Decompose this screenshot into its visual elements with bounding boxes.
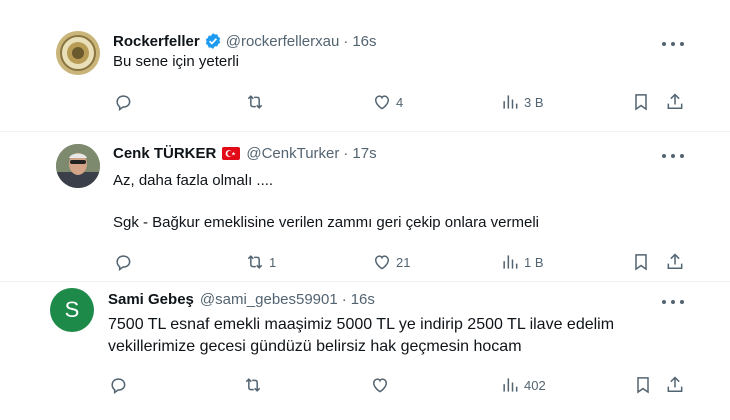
views-button[interactable]: 3 B	[500, 90, 544, 114]
like-button[interactable]: 21	[372, 250, 410, 274]
avatar[interactable]: S	[50, 288, 94, 332]
retweet-button[interactable]	[243, 373, 267, 397]
tweet-actions: 402	[0, 373, 730, 397]
user-name[interactable]: Cenk TÜRKER	[113, 145, 216, 162]
view-count: 402	[524, 377, 546, 393]
views-button[interactable]: 1 B	[500, 250, 544, 274]
reply-button[interactable]	[113, 250, 137, 274]
retweet-button[interactable]: 1	[245, 250, 276, 274]
tweet-header: Cenk TÜRKER @CenkTurker · 17s	[113, 145, 377, 162]
tweet-actions: 1 21 1 B	[0, 250, 730, 274]
reply-icon	[111, 378, 126, 394]
user-handle[interactable]: @rockerfellerxau	[226, 33, 340, 50]
tweet-time[interactable]: 17s	[352, 145, 376, 162]
more-options-icon[interactable]	[662, 149, 684, 163]
tweet-text-line-2: Sgk - Bağkur emeklisine verilen zammı ge…	[113, 214, 539, 231]
tweet-time[interactable]: 16s	[351, 291, 375, 308]
avatar[interactable]	[56, 144, 100, 188]
tweet-rockerfeller[interactable]: Rockerfeller @rockerfellerxau · 16s Bu s…	[0, 12, 730, 132]
reply-button[interactable]	[113, 90, 137, 114]
tweet-cenk-turker[interactable]: Cenk TÜRKER @CenkTurker · 17s Az, daha f…	[0, 132, 730, 282]
reply-button[interactable]	[108, 373, 132, 397]
retweet-button[interactable]	[245, 90, 269, 114]
tweet-time[interactable]: 16s	[352, 33, 376, 50]
retweet-icon	[247, 255, 263, 269]
person-avatar-image	[56, 144, 100, 188]
separator-dot: ·	[341, 291, 347, 308]
retweet-count: 1	[269, 254, 277, 270]
tweet-text-line-1: Az, daha fazla olmalı ....	[113, 172, 274, 189]
view-count: 3 B	[524, 94, 544, 110]
user-handle[interactable]: @CenkTurker	[246, 145, 339, 162]
retweet-icon	[247, 95, 263, 109]
tweet-text: 7500 TL esnaf emekli maaşimiz 5000 TL ye…	[108, 316, 615, 355]
tweet-header: Sami Gebeş @sami_gebes59901 · 16s	[108, 291, 375, 308]
user-handle[interactable]: @sami_gebes59901	[200, 291, 338, 308]
share-icon	[667, 376, 683, 392]
user-name[interactable]: Sami Gebeş	[108, 291, 194, 308]
user-name[interactable]: Rockerfeller	[113, 33, 200, 50]
tweet-actions: 4 3 B	[0, 90, 730, 114]
tweet-text: Bu sene için yeterli	[113, 53, 239, 70]
bookmark-icon	[637, 377, 649, 394]
separator-dot: ·	[343, 32, 349, 50]
heart-icon	[374, 95, 390, 110]
views-icon	[503, 255, 518, 269]
like-button[interactable]: 4	[372, 90, 403, 114]
more-options-icon[interactable]	[662, 295, 684, 309]
bookmark-button[interactable]	[633, 373, 653, 397]
heart-icon	[374, 255, 390, 270]
share-icon	[667, 93, 683, 109]
heart-icon	[372, 378, 388, 393]
share-button[interactable]	[665, 250, 685, 274]
share-button[interactable]	[665, 90, 685, 114]
tweet-feed: Rockerfeller @rockerfellerxau · 16s Bu s…	[0, 0, 730, 420]
avatar-letter: S	[64, 297, 80, 322]
gold-coin-avatar-image	[56, 31, 100, 75]
view-count: 1 B	[524, 254, 544, 270]
bookmark-icon	[635, 254, 647, 271]
reply-icon	[116, 95, 131, 111]
tweet-header: Rockerfeller @rockerfellerxau · 16s	[113, 32, 377, 50]
separator-dot: ·	[343, 145, 349, 162]
bookmark-button[interactable]	[631, 90, 651, 114]
reply-icon	[116, 255, 131, 271]
share-icon	[667, 253, 683, 269]
bookmark-button[interactable]	[631, 250, 651, 274]
tweet-sami-gebes[interactable]: S Sami Gebeş @sami_gebes59901 · 16s 7500…	[0, 282, 730, 420]
turkey-flag-icon	[222, 147, 241, 160]
avatar[interactable]	[56, 31, 100, 75]
more-options-icon[interactable]	[662, 37, 684, 51]
views-button[interactable]: 402	[500, 373, 546, 397]
retweet-icon	[245, 378, 261, 392]
verified-badge-icon	[204, 32, 222, 50]
share-button[interactable]	[665, 373, 685, 397]
like-count: 4	[396, 94, 404, 110]
views-icon	[503, 95, 518, 109]
bookmark-icon	[635, 94, 647, 111]
views-icon	[503, 378, 518, 392]
like-button[interactable]	[370, 373, 394, 397]
like-count: 21	[396, 254, 411, 270]
